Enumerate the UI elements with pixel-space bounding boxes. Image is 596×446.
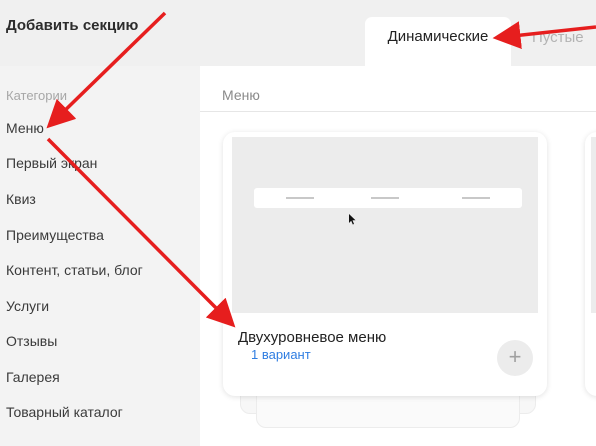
arrow-to-template xyxy=(46,137,236,328)
red-arrow-annotation xyxy=(46,11,596,328)
arrow-to-menu-category xyxy=(46,11,167,129)
arrow-to-tab xyxy=(492,21,596,50)
